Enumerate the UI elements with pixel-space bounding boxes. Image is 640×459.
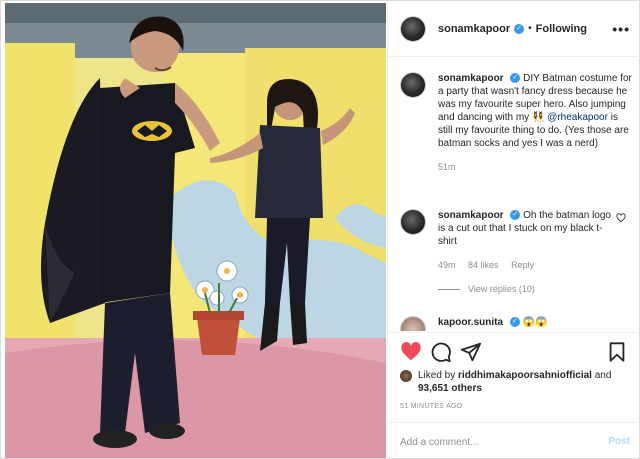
comment-avatar[interactable] bbox=[400, 316, 426, 331]
view-replies-label: View replies (10) bbox=[468, 284, 535, 294]
comment-body: 😱😱 bbox=[522, 317, 548, 328]
bookmark-icon bbox=[609, 342, 625, 362]
comment-item: sonamkapoor ✓ Oh the batman logo is a cu… bbox=[400, 209, 632, 294]
post-timestamp[interactable]: 51 MINUTES AGO bbox=[400, 403, 463, 410]
verified-badge-icon: ✓ bbox=[510, 210, 521, 221]
liker-avatar[interactable] bbox=[400, 370, 412, 382]
author-avatar[interactable] bbox=[400, 15, 426, 42]
verified-badge-icon: ✓ bbox=[514, 23, 525, 34]
comment-text: kapoor.sunita ✓ 😱😱 bbox=[438, 316, 632, 329]
save-button[interactable] bbox=[606, 341, 628, 363]
view-replies-button[interactable]: View replies (10) bbox=[438, 284, 632, 294]
post-actions: Liked by riddhimakapoorsahniofficial and… bbox=[388, 332, 640, 459]
comment-text: sonamkapoor ✓ Oh the batman logo is a cu… bbox=[438, 209, 632, 248]
post-window: sonamkapoor ✓ • Following ••• sonamkapoo… bbox=[0, 0, 640, 459]
heart-filled-icon bbox=[401, 342, 421, 361]
comments-list[interactable]: sonamkapoor ✓ DIY Batman costume for a p… bbox=[388, 58, 640, 331]
caption-time[interactable]: 51m bbox=[438, 162, 456, 172]
paper-plane-icon bbox=[460, 342, 482, 362]
post-photo-image bbox=[5, 3, 386, 458]
liked-by-text: Liked by riddhimakapoorsahniofficial and… bbox=[418, 369, 634, 395]
post-header: sonamkapoor ✓ • Following ••• bbox=[388, 1, 640, 57]
caption-text: sonamkapoor ✓ DIY Batman costume for a p… bbox=[438, 72, 632, 150]
comment-avatar[interactable] bbox=[400, 209, 426, 235]
add-comment-input[interactable] bbox=[400, 433, 590, 451]
liked-by-and: and bbox=[594, 370, 612, 381]
share-button[interactable] bbox=[460, 341, 482, 363]
view-replies-line bbox=[438, 288, 460, 290]
comment-bubble-icon bbox=[431, 342, 451, 363]
comment-item: kapoor.sunita ✓ 😱😱 bbox=[400, 316, 632, 331]
post-photo[interactable] bbox=[5, 3, 386, 458]
caption-meta: 51m bbox=[438, 162, 632, 172]
liked-by-others-link[interactable]: 93,651 others bbox=[418, 383, 482, 394]
following-button[interactable]: Following bbox=[536, 23, 587, 35]
caption-avatar[interactable] bbox=[400, 72, 426, 98]
post-comment-button[interactable]: Post bbox=[608, 436, 630, 447]
verified-badge-icon: ✓ bbox=[510, 73, 521, 84]
author-username[interactable]: sonamkapoor bbox=[438, 23, 510, 35]
comment-username[interactable]: kapoor.sunita bbox=[438, 317, 503, 328]
liked-by-summary: Liked by riddhimakapoorsahniofficial and… bbox=[400, 369, 634, 395]
comment-likes[interactable]: 84 likes bbox=[468, 260, 499, 270]
comment-meta: 49m 84 likes Reply bbox=[438, 260, 632, 270]
header-separator: • bbox=[528, 23, 532, 34]
comment-username[interactable]: sonamkapoor bbox=[438, 210, 504, 221]
comment-button[interactable] bbox=[430, 341, 452, 363]
like-comment-heart-icon[interactable] bbox=[616, 213, 626, 223]
like-button[interactable] bbox=[400, 341, 422, 363]
liked-by-user-link[interactable]: riddhimakapoorsahniofficial bbox=[458, 370, 592, 381]
liked-by-prefix: Liked by bbox=[418, 370, 456, 381]
caption-username[interactable]: sonamkapoor bbox=[438, 73, 504, 84]
caption-mention-link[interactable]: @rheakapoor bbox=[547, 112, 608, 123]
add-comment-bar: Post bbox=[388, 422, 640, 459]
reply-button[interactable]: Reply bbox=[511, 260, 534, 270]
more-options-icon[interactable]: ••• bbox=[612, 21, 630, 37]
action-bar bbox=[400, 341, 630, 365]
comment-time[interactable]: 49m bbox=[438, 260, 456, 270]
post-side-panel: sonamkapoor ✓ • Following ••• sonamkapoo… bbox=[387, 1, 640, 459]
verified-badge-icon: ✓ bbox=[509, 317, 520, 328]
caption-comment: sonamkapoor ✓ DIY Batman costume for a p… bbox=[400, 72, 632, 172]
